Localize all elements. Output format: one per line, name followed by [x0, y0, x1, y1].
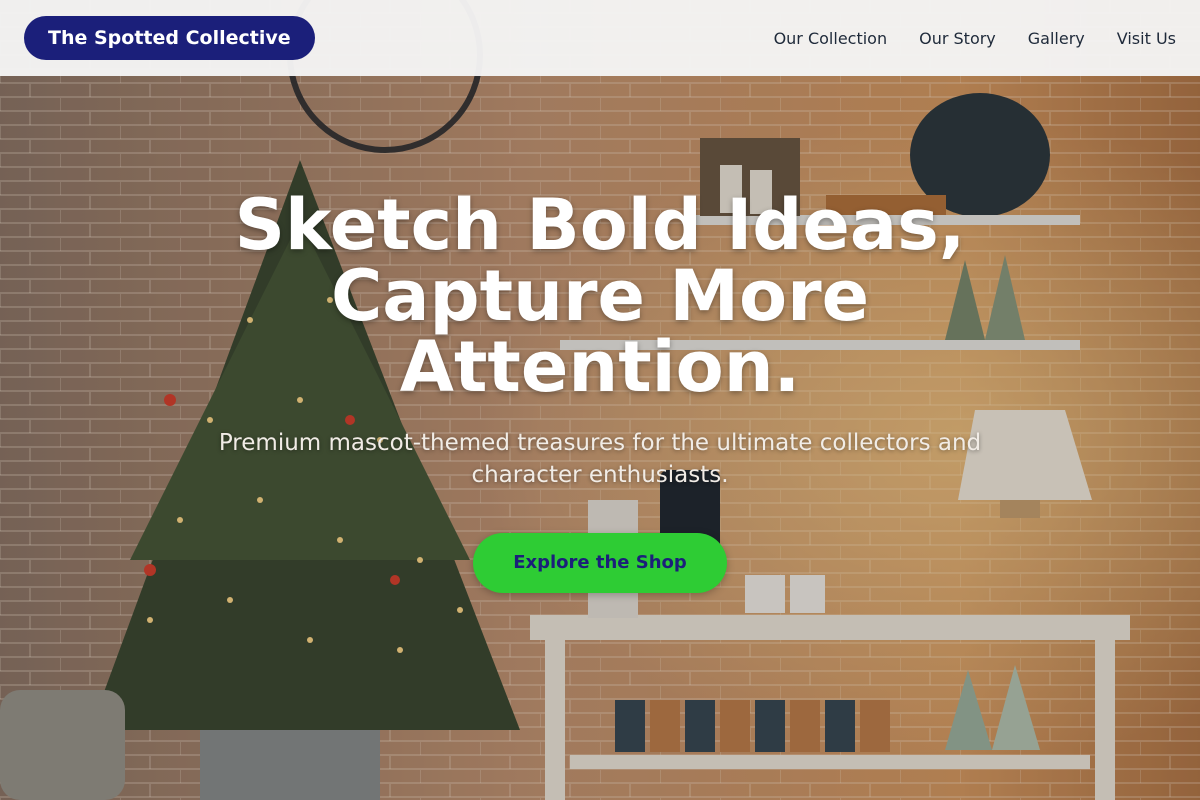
hero-subtitle: Premium mascot-themed treasures for the … — [218, 430, 982, 488]
nav-link-our-story[interactable]: Our Story — [919, 29, 996, 48]
brand-logo-button[interactable]: The Spotted Collective — [24, 16, 315, 60]
hero-title: Sketch Bold Ideas, Capture More Attentio… — [234, 184, 966, 408]
nav-link-our-collection[interactable]: Our Collection — [774, 29, 888, 48]
page: The Spotted Collective Our Collection Ou… — [0, 0, 1200, 800]
nav-link-visit-us[interactable]: Visit Us — [1117, 29, 1176, 48]
explore-shop-button[interactable]: Explore the Shop — [473, 533, 727, 593]
hero-section: Sketch Bold Ideas, Capture More Attentio… — [0, 190, 1200, 593]
site-header: The Spotted Collective Our Collection Ou… — [0, 0, 1200, 76]
main-nav: Our Collection Our Story Gallery Visit U… — [774, 0, 1176, 76]
nav-link-gallery[interactable]: Gallery — [1028, 29, 1085, 48]
